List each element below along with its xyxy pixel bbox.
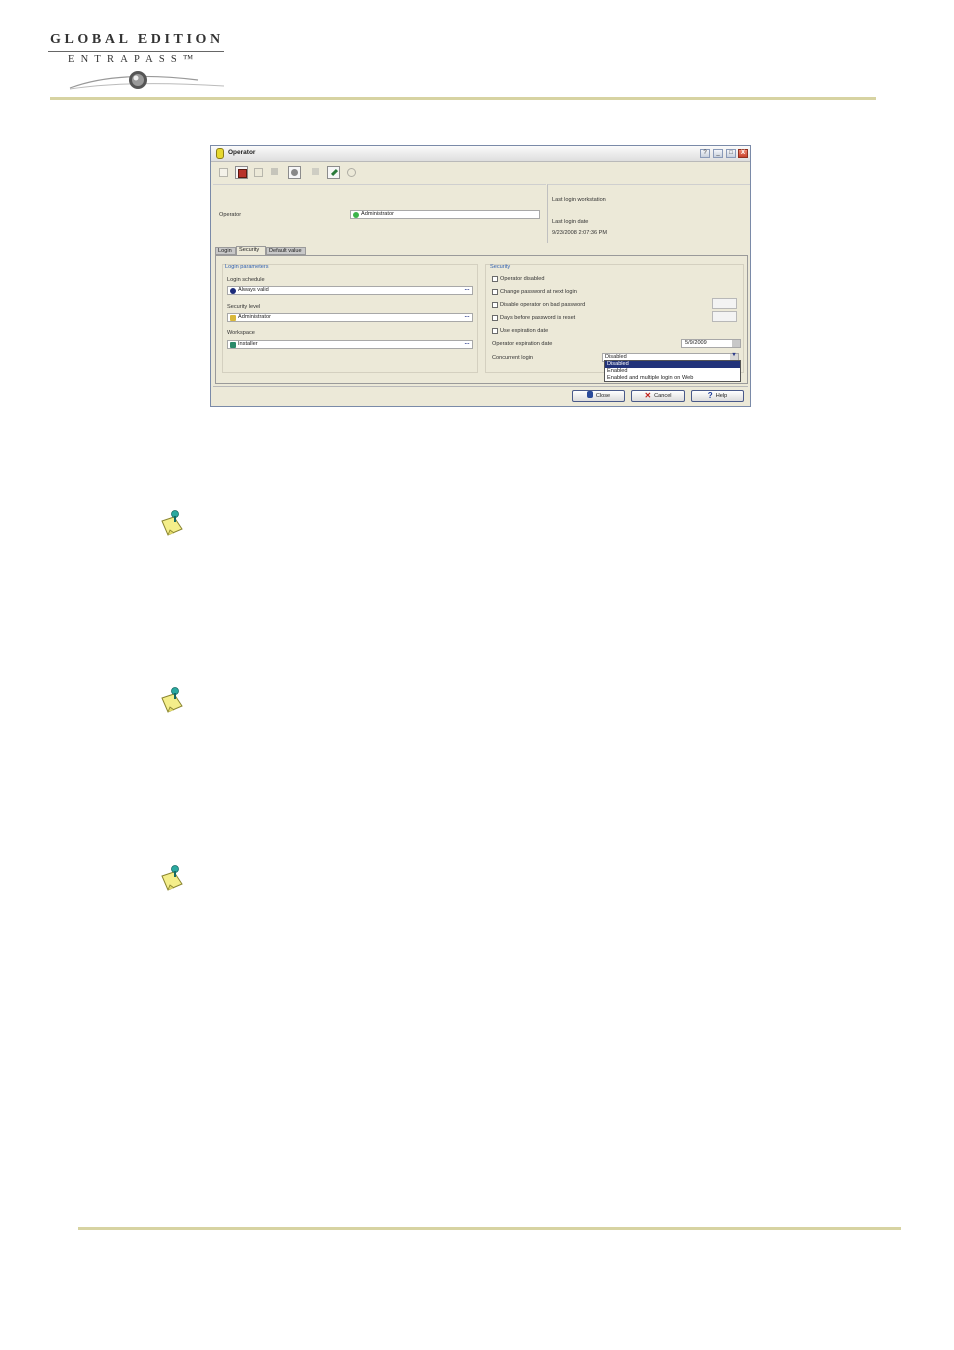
last-login-panel: Last login workstation Last login date 9… [547,184,750,243]
operator-disabled-label: Operator disabled [500,276,545,282]
title-bar: Operator ? _ □ X [211,146,750,162]
door-icon [586,391,593,398]
operator-field[interactable]: Administrator [350,210,540,219]
print-icon[interactable] [288,166,301,179]
operator-label: Operator [219,212,242,218]
maximize-button[interactable]: □ [726,149,736,158]
change-password-checkbox[interactable] [492,289,498,295]
window-title: Operator [228,149,256,156]
app-icon [216,148,224,159]
use-expiration-checkbox[interactable] [492,328,498,334]
browse-security-level-button[interactable]: ... [463,313,471,320]
new-icon[interactable] [217,166,230,179]
security-tab-panel: Login parameters Login schedule Always v… [215,255,748,384]
security-level-field[interactable]: Administrator ... [227,313,473,322]
login-schedule-field[interactable]: Always valid ... [227,286,473,295]
logo-line2: ENTRAPASS™ [68,54,200,65]
login-parameters-group: Login parameters Login schedule Always v… [222,264,478,373]
help-window-button[interactable]: ? [700,149,710,158]
operator-value: Administrator [361,211,394,217]
logo-line1: GLOBAL EDITION [50,32,224,47]
workspace-icon [230,342,236,348]
calendar-icon[interactable] [732,340,740,347]
header-rule [50,97,876,100]
concurrent-login-label: Concurrent login [492,355,534,361]
question-icon: ? [707,391,713,400]
note-icon [161,865,183,891]
delete-icon[interactable] [269,166,282,179]
browse-schedule-button[interactable]: ... [463,286,471,293]
find-icon[interactable] [345,166,358,179]
operator-disabled-checkbox[interactable] [492,276,498,282]
tab-login[interactable]: Login [215,247,236,255]
note-icon [161,687,183,713]
security-level-label: Security level [227,304,261,310]
copy-icon[interactable] [252,166,265,179]
login-schedule-value: Always valid [238,287,269,293]
bad-password-count-stepper[interactable] [712,298,737,309]
change-password-label: Change password at next login [500,289,577,295]
expiration-date-label: Operator expiration date [492,341,553,347]
operator-status-icon [353,212,359,218]
button-bar: Close ✕ Cancel ? Help [213,386,748,406]
entrapass-logo: GLOBAL EDITION ENTRAPASS™ [48,32,228,96]
security-group: Security Operator disabled Change passwo… [485,264,744,373]
logo-rule [48,51,224,52]
toolbar [213,163,548,183]
last-login-date-value: 9/23/2008 2:07:36 PM [552,230,608,236]
operator-header-panel: Operator Administrator [213,184,546,243]
note-icon [161,510,183,536]
security-level-value: Administrator [238,314,271,320]
option-disabled[interactable]: Disabled [605,361,740,368]
cancel-button-label: Cancel [654,393,672,399]
minimize-button[interactable]: _ [713,149,723,158]
disable-on-bad-password-checkbox[interactable] [492,302,498,308]
expiration-date-value: 5/9/2009 [685,340,707,346]
last-login-date-label: Last login date [552,219,589,225]
footer-rule [78,1227,901,1230]
operator-window: Operator ? _ □ X Operator Administrator … [210,145,751,407]
last-login-workstation-label: Last login workstation [552,197,606,203]
schedule-icon [230,288,236,294]
help-button[interactable]: ? Help [691,390,744,402]
workspace-field[interactable]: Installer ... [227,340,473,349]
help-button-label: Help [715,393,728,399]
logo-swoosh-icon [69,71,225,90]
option-enabled[interactable]: Enabled [605,368,740,375]
browse-workspace-button[interactable]: ... [463,340,471,347]
tab-default-value[interactable]: Default value [266,247,306,255]
close-window-button[interactable]: X [738,149,748,158]
close-button-label: Close [595,393,611,399]
login-parameters-title: Login parameters [225,264,269,270]
option-enabled-multiple-web[interactable]: Enabled and multiple login on Web [605,375,740,382]
concurrent-login-dropdown: Disabled Enabled Enabled and multiple lo… [604,360,741,382]
days-before-reset-label: Days before password is reset [500,315,576,321]
days-before-reset-stepper[interactable] [712,311,737,322]
save-icon[interactable] [235,166,248,179]
login-schedule-label: Login schedule [227,277,265,283]
cancel-button[interactable]: ✕ Cancel [631,390,685,402]
disable-on-bad-password-label: Disable operator on bad password [500,302,586,308]
x-icon: ✕ [644,391,652,400]
grid-icon[interactable] [310,166,323,179]
edit-icon[interactable] [327,166,340,179]
key-icon [230,315,236,321]
close-button[interactable]: Close [572,390,625,402]
workspace-value: Installer [238,341,258,347]
security-title: Security [490,264,511,270]
days-before-reset-checkbox[interactable] [492,315,498,321]
workspace-label: Workspace [227,330,255,336]
expiration-date-field[interactable]: 5/9/2009 [681,339,741,348]
tab-security[interactable]: Security [236,246,266,255]
use-expiration-label: Use expiration date [500,328,549,334]
